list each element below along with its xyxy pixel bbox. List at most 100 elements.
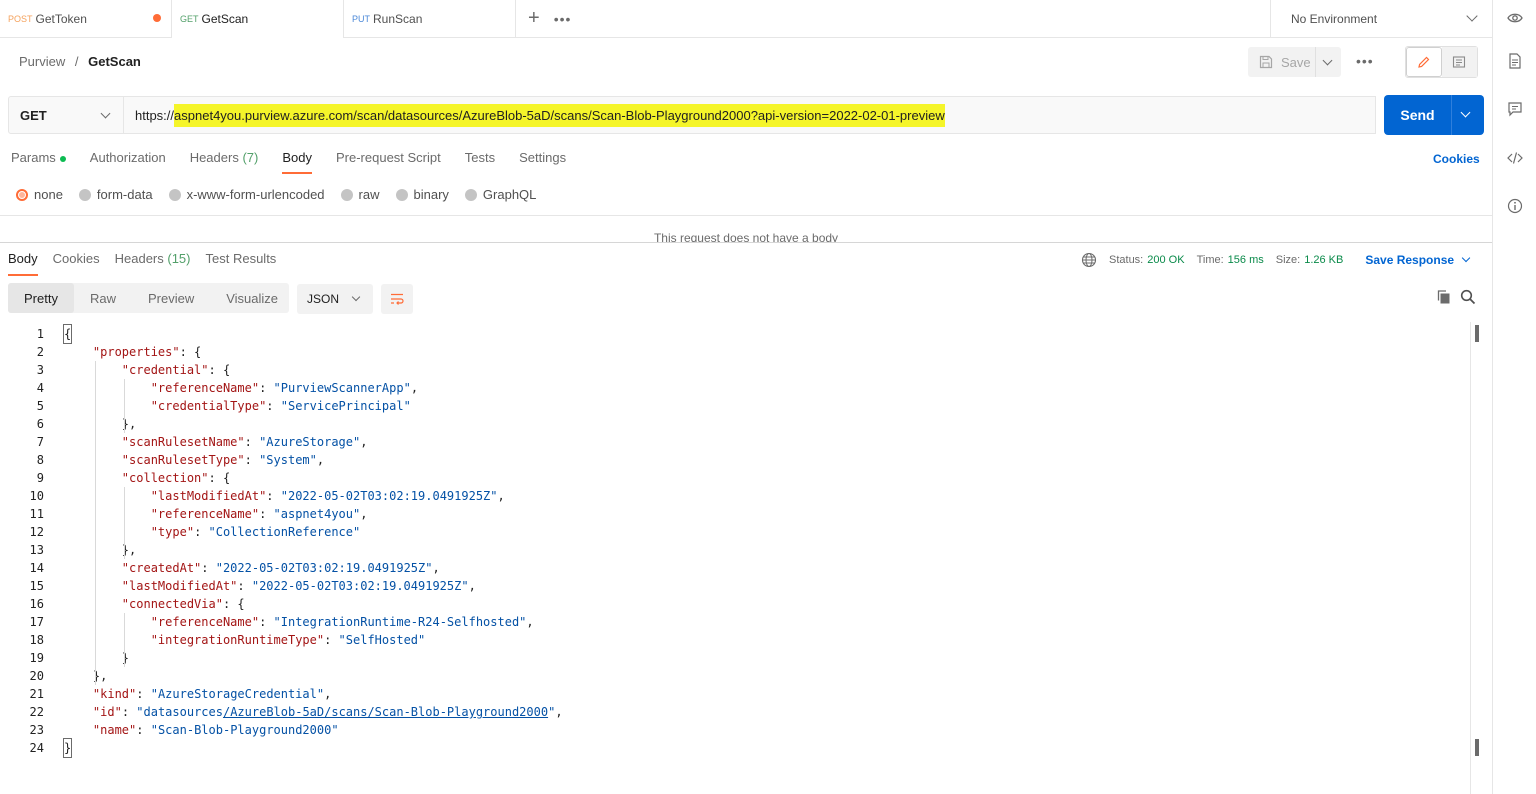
documentation-icon[interactable] (1507, 53, 1523, 69)
response-body-editor[interactable]: 1{2 "properties": {3 "credential": {4 "r… (0, 324, 1470, 758)
response-headers-count: (15) (167, 251, 191, 266)
cookies-link[interactable]: Cookies (1433, 152, 1480, 166)
documentation-mode-button[interactable] (1441, 47, 1477, 77)
info-icon[interactable] (1507, 198, 1523, 214)
wrap-lines-icon (391, 293, 404, 305)
code-line: 4 "referenceName": "PurviewScannerApp", (0, 379, 1470, 397)
comments-icon[interactable] (1507, 101, 1523, 117)
line-number: 7 (36, 435, 44, 449)
send-options-chevron-icon[interactable] (1452, 95, 1484, 135)
response-tab-test-results[interactable]: Test Results (206, 251, 277, 275)
save-button[interactable]: Save (1248, 47, 1316, 77)
response-tab-body[interactable]: Body (8, 251, 38, 276)
code-text: { (62, 324, 73, 344)
breadcrumb-collection[interactable]: Purview (19, 54, 65, 69)
indent-guide (123, 613, 125, 667)
time-group[interactable]: Time: 156 ms (1197, 254, 1264, 266)
code-snippet-icon[interactable] (1507, 150, 1523, 166)
code-text: } (62, 738, 73, 758)
tab-tests[interactable]: Tests (465, 150, 495, 174)
save-options-chevron-icon[interactable] (1316, 47, 1341, 77)
radio-form-data[interactable]: form-data (78, 187, 153, 202)
format-select[interactable]: JSON (297, 284, 373, 314)
search-icon[interactable] (1460, 289, 1476, 305)
tab-body[interactable]: Body (282, 150, 312, 174)
radio-label: binary (413, 187, 449, 202)
breadcrumb-request[interactable]: GetScan (88, 54, 141, 69)
chevron-down-icon (100, 108, 111, 119)
radio-label: raw (358, 187, 380, 202)
view-preview-button[interactable]: Preview (132, 283, 210, 313)
code-text: "referenceName": "IntegrationRuntime-R24… (150, 615, 534, 629)
pane-resize-handle[interactable] (0, 242, 1492, 243)
view-pretty-button[interactable]: Pretty (8, 283, 74, 313)
request-tab-bar: POST GetToken GET GetScan PUT RunScan + … (0, 0, 1492, 38)
more-actions-icon[interactable]: ••• (1356, 53, 1374, 69)
eye-icon[interactable] (1507, 10, 1523, 26)
tab-params[interactable]: Params (11, 150, 66, 174)
radio-icon (464, 188, 477, 201)
line-number: 22 (29, 705, 44, 719)
tab-authorization[interactable]: Authorization (90, 150, 166, 174)
wrap-lines-button[interactable] (381, 284, 413, 314)
code-text: "lastModifiedAt": "2022-05-02T03:02:19.0… (121, 579, 476, 593)
size-group[interactable]: Size: 1.26 KB (1276, 254, 1344, 266)
new-tab-plus-icon[interactable]: + (528, 7, 540, 30)
tab-settings[interactable]: Settings (519, 150, 566, 174)
format-value: JSON (307, 292, 340, 306)
url-input[interactable]: https://aspnet4you.purview.azure.com/sca… (124, 96, 1376, 134)
more-tabs-icon[interactable]: ••• (554, 11, 572, 27)
copy-icon[interactable] (1436, 289, 1452, 305)
radio-binary[interactable]: binary (395, 187, 449, 202)
code-line: 14 "createdAt": "2022-05-02T03:02:19.049… (0, 559, 1470, 577)
response-tab-cookies[interactable]: Cookies (53, 251, 100, 275)
line-number: 5 (36, 399, 44, 413)
radio-none[interactable]: none (16, 187, 63, 202)
tab-params-label: Params (11, 150, 56, 165)
line-number: 18 (29, 633, 44, 647)
save-response-button[interactable]: Save Response (1365, 253, 1472, 267)
line-number: 8 (36, 453, 44, 467)
code-text: "lastModifiedAt": "2022-05-02T03:02:19.0… (150, 489, 505, 503)
editor-scrollbar[interactable] (1470, 322, 1471, 794)
time-value: 156 ms (1227, 254, 1264, 266)
radio-raw[interactable]: raw (340, 187, 380, 202)
line-number: 23 (29, 723, 44, 737)
response-tab-headers[interactable]: Headers (15) (115, 251, 191, 275)
status-label: Status: (1109, 254, 1144, 266)
code-text: "type": "CollectionReference" (150, 525, 361, 539)
radio-icon (340, 188, 353, 201)
headers-count: (7) (242, 150, 259, 165)
edit-mode-button[interactable] (1406, 47, 1442, 77)
code-text: "name": "Scan-Blob-Playground2000" (92, 723, 339, 737)
status-group[interactable]: Status: 200 OK (1109, 254, 1185, 266)
line-number: 2 (36, 345, 44, 359)
unsaved-dot-icon (153, 14, 161, 22)
tab-headers[interactable]: Headers (7) (190, 150, 259, 174)
response-status-bar: Status: 200 OK Time: 156 ms Size: 1.26 KB S… (1081, 252, 1472, 268)
code-text: "integrationRuntimeType": "SelfHosted" (150, 633, 426, 647)
radio-graphql[interactable]: GraphQL (464, 187, 536, 202)
radio-icon (78, 188, 91, 201)
globe-icon[interactable] (1081, 252, 1097, 268)
tab-prerequest-label: Pre-request Script (335, 150, 441, 165)
tab-gettoken[interactable]: POST GetToken (0, 0, 172, 37)
tab-name: GetToken (35, 11, 87, 26)
tab-prerequest-script[interactable]: Pre-request Script (336, 150, 441, 174)
code-line: 9 "collection": { (0, 469, 1470, 487)
environment-select[interactable]: No Environment (1270, 0, 1492, 37)
tab-body-label: Body (282, 150, 312, 165)
view-raw-button[interactable]: Raw (74, 283, 132, 313)
tab-runscan[interactable]: PUT RunScan (344, 0, 516, 37)
radio-x-www-form-urlencoded[interactable]: x-www-form-urlencoded (168, 187, 325, 202)
code-line: 13 }, (0, 541, 1470, 559)
response-tab-cookies-label: Cookies (52, 251, 100, 266)
tab-headers-label: Headers (189, 150, 239, 165)
code-line: 24} (0, 738, 1470, 758)
code-text: "properties": { (92, 345, 202, 359)
send-button[interactable]: Send (1384, 95, 1452, 135)
http-method-select[interactable]: GET (8, 96, 124, 134)
tab-getscan[interactable]: GET GetScan (172, 0, 344, 38)
view-visualize-button[interactable]: Visualize (210, 283, 294, 313)
code-line: 22 "id": "datasources/AzureBlob-5aD/scan… (0, 703, 1470, 721)
